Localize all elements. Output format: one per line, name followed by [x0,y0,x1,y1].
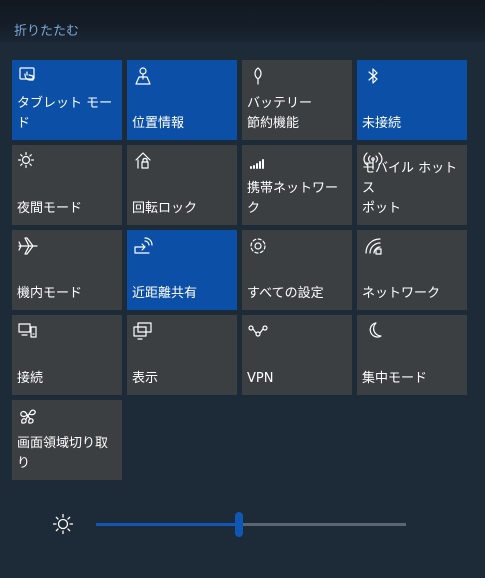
airplane-icon [17,235,39,257]
vpn-icon [247,320,269,342]
tile-bluetooth[interactable]: 未接続 [357,60,467,140]
brightness-slider[interactable] [96,523,406,526]
tile-tablet-mode[interactable]: タブレット モード [12,60,122,140]
tile-label: バッテリー 節約機能 [247,96,313,131]
tile-label: 機内モード [17,286,83,301]
tile-snip[interactable]: 画面領域切り取 り [12,400,122,480]
tile-network[interactable]: ネットワーク [357,230,467,310]
tile-connect[interactable]: 接続 [12,315,122,395]
tile-cellular[interactable]: 携帯ネットワーク [242,145,352,225]
tile-label: モバイル ホットス ポット [362,161,458,216]
tile-gear[interactable]: すべての設定 [242,230,352,310]
tile-label: 位置情報 [132,116,185,131]
tile-project[interactable]: 表示 [127,315,237,395]
gear-icon [247,235,269,257]
tile-location[interactable]: 位置情報 [127,60,237,140]
collapse-link[interactable]: 折りたたむ [14,20,79,39]
nearby-share-icon [132,235,154,257]
battery-saver-icon [247,65,269,87]
tile-label: 携帯ネットワーク [247,181,339,216]
brightness-slider-thumb[interactable] [234,512,243,537]
moon-icon [362,320,384,342]
tile-label: 夜間モード [17,201,83,216]
tile-label: ネットワーク [362,286,441,301]
tile-label: VPN [247,371,274,386]
rotation-lock-icon [132,150,154,172]
tile-rotation-lock[interactable]: 回転ロック [127,145,237,225]
tile-mobile-hotspot[interactable]: モバイル ホットス ポット [357,145,467,225]
tile-moon[interactable]: 集中モード [357,315,467,395]
tile-label: 集中モード [362,371,428,386]
tile-label: 未接続 [362,116,402,131]
tile-label: 接続 [17,371,44,386]
tile-label: 回転ロック [132,201,198,216]
night-light-icon [17,150,39,172]
location-icon [132,65,154,87]
brightness-icon [52,513,74,535]
tile-nearby-share[interactable]: 近距離共有 [127,230,237,310]
tile-label: タブレット モード [17,96,113,131]
snip-icon [17,405,39,427]
network-icon [362,235,384,257]
tile-battery-saver[interactable]: バッテリー 節約機能 [242,60,352,140]
tile-label: 近距離共有 [132,286,198,301]
tile-label: すべての設定 [247,286,324,301]
project-icon [132,320,154,342]
tile-label: 画面領域切り取 り [17,436,109,471]
tile-night-light[interactable]: 夜間モード [12,145,122,225]
tile-vpn[interactable]: VPN [242,315,352,395]
tile-label: 表示 [132,371,159,386]
tile-airplane[interactable]: 機内モード [12,230,122,310]
brightness-slider-fill [96,523,239,526]
bluetooth-icon [362,65,384,87]
cellular-icon [247,150,269,172]
tablet-mode-icon [17,65,39,87]
connect-icon [17,320,39,342]
